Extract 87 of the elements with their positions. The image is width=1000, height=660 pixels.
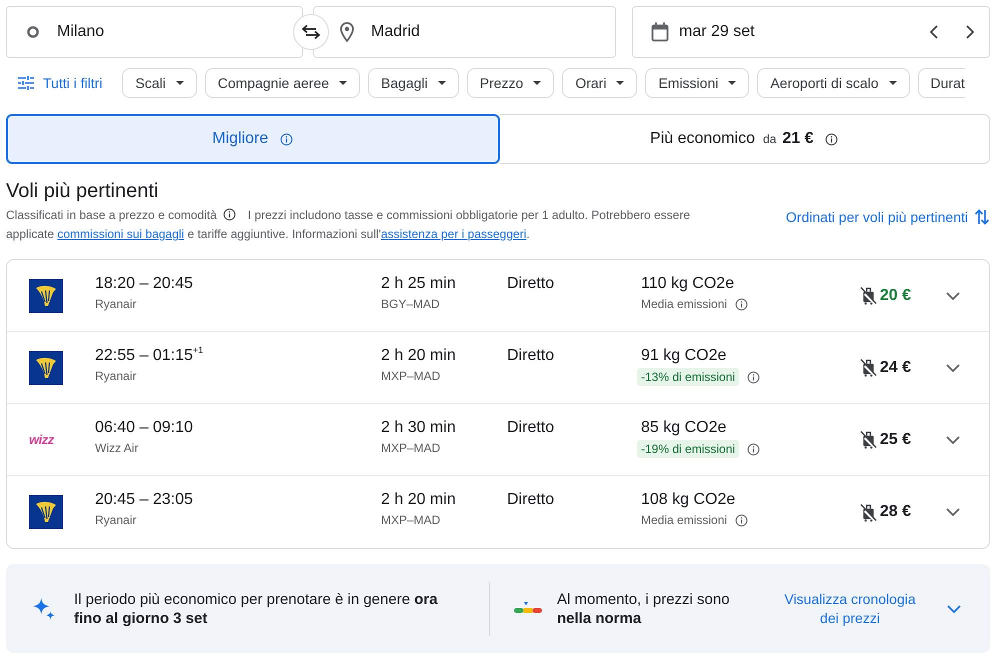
airline-logo: wizz xyxy=(29,432,54,447)
info-icon xyxy=(747,370,760,384)
airline-name: Ryanair xyxy=(95,296,138,312)
stops-text: Diretto xyxy=(507,346,556,366)
chevron-left-icon xyxy=(930,25,938,39)
caret-icon xyxy=(728,81,736,85)
flight-times: 22:55 – 01:15$^{+1}$ xyxy=(95,346,204,366)
airline-logo-icon xyxy=(29,278,63,312)
info-icon xyxy=(825,132,838,146)
crossed-bag-icon xyxy=(860,358,877,377)
emissions-note: Media emissioni xyxy=(641,296,728,312)
chevron-right-icon xyxy=(966,25,974,39)
flight-price: 25 € xyxy=(880,430,911,448)
filter-chip[interactable]: Durat xyxy=(918,68,965,98)
emissions-value: 108 kg CO2e xyxy=(641,490,736,510)
info-icon xyxy=(222,208,236,221)
info-icon xyxy=(735,298,748,310)
inline-link[interactable]: commissioni sui bagagli xyxy=(57,227,184,241)
emissions-note: -13% di emissioni xyxy=(637,368,740,386)
caret-icon xyxy=(616,81,624,85)
sparkle-icon xyxy=(33,598,55,620)
emissions-note: Media emissioni xyxy=(641,512,728,528)
filter-chip[interactable]: Scali xyxy=(122,68,197,98)
price-history-link[interactable]: Visualizza cronologia dei prezzi xyxy=(775,590,925,628)
insight-text: Al momento, i prezzi sono nella norma xyxy=(557,590,731,628)
flight-duration: 2 h 25 min xyxy=(381,274,457,294)
swap-icon xyxy=(301,24,321,40)
filter-chip[interactable]: Emissioni xyxy=(645,68,750,98)
filter-chip[interactable]: Aeroporti di scalo xyxy=(757,68,910,98)
stops-text: Diretto xyxy=(507,490,556,510)
insight-text: Il periodo più economico per prenotare è in genere ora fino al giorno 3 set xyxy=(74,590,439,628)
sort-button[interactable]: Ordinati per voli più pertinenti xyxy=(786,208,990,226)
all-filters-button[interactable]: Tutti i filtri xyxy=(6,68,114,98)
pin-icon xyxy=(340,22,354,42)
filter-chip[interactable]: Prezzo xyxy=(466,68,554,98)
caret-icon xyxy=(888,81,897,85)
airline-name: Ryanair xyxy=(95,512,138,528)
flight-times: 18:20 – 20:45 xyxy=(95,274,194,294)
crossed-bag-icon xyxy=(860,502,877,522)
route-codes: MXP–MAD xyxy=(381,440,442,456)
inline-link[interactable]: assistenza per i passeggeri xyxy=(380,227,526,241)
stops-text: Diretto xyxy=(507,274,556,294)
route-codes: MXP–MAD xyxy=(381,512,442,528)
caret-icon xyxy=(533,81,542,85)
info-icon xyxy=(280,132,294,146)
info-icon xyxy=(747,442,760,456)
origin-field[interactable]: Milano xyxy=(6,6,303,58)
route-codes: BGY–MAD xyxy=(381,296,441,312)
emissions-value: 91 kg CO2e xyxy=(641,346,728,366)
caret-icon xyxy=(438,81,446,85)
airline-name: Ryanair xyxy=(95,368,138,384)
info-icon xyxy=(735,514,748,526)
flight-duration: 2 h 20 min xyxy=(381,490,457,510)
price-level-icon xyxy=(514,602,542,616)
sort-tab[interactable]: Più economico da 21 € xyxy=(500,114,990,164)
destination-field[interactable]: Madrid xyxy=(313,6,616,58)
emissions-value: 85 kg CO2e xyxy=(641,418,728,438)
stops-text: Diretto xyxy=(507,418,556,438)
flight-duration: 2 h 30 min xyxy=(381,418,457,438)
description-text: Classificati in base a prezzo e comodità I prezzi includono tasse e commissioni obbligatorie per 1 adulto. Potrebbero essere applicate commissioni sui bagagli e tariffe aggiuntive. Informazioni sull'assistenza per i passeggeri. xyxy=(6,207,692,243)
sort-tab[interactable]: Migliore xyxy=(6,114,500,164)
crossed-bag-icon xyxy=(860,430,877,449)
flight-price: 24 € xyxy=(880,358,911,376)
swap-button[interactable] xyxy=(293,14,329,50)
date-field[interactable]: mar 29 set xyxy=(632,6,990,58)
emissions-value: 110 kg CO2e xyxy=(641,274,736,294)
flight-times: 20:45 – 23:05 xyxy=(95,490,194,510)
airline-logo-icon xyxy=(29,350,63,384)
ring-icon xyxy=(27,26,39,38)
filter-chip[interactable]: Bagagli xyxy=(368,68,459,98)
sliders-icon xyxy=(18,75,34,91)
flight-price: 28 € xyxy=(880,503,911,521)
airline-name: Wizz Air xyxy=(95,440,140,456)
caret-icon xyxy=(339,81,348,85)
section-heading: Voli più pertinenti xyxy=(6,179,160,204)
flight-price: 20 € xyxy=(880,286,911,304)
emissions-note: -19% di emissioni xyxy=(637,440,740,458)
flight-duration: 2 h 20 min xyxy=(381,346,457,366)
filter-chip[interactable]: Compagnie aeree xyxy=(204,68,360,98)
route-codes: MXP–MAD xyxy=(381,368,442,384)
crossed-bag-icon xyxy=(860,286,877,305)
airline-logo-icon xyxy=(29,495,63,529)
filter-chip[interactable]: Orari xyxy=(562,68,638,98)
sort-icon xyxy=(974,208,990,226)
caret-icon xyxy=(176,81,184,85)
calendar-icon xyxy=(651,22,669,42)
flight-times: 06:40 – 09:10 xyxy=(95,418,194,438)
